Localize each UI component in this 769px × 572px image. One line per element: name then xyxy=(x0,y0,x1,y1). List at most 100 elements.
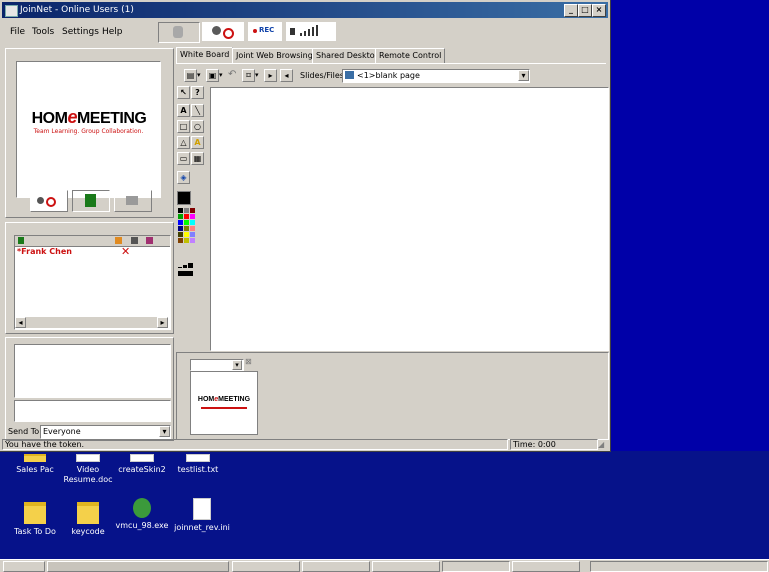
no-video-button[interactable] xyxy=(202,22,244,41)
menu-file[interactable]: File xyxy=(10,27,25,37)
maximize-button[interactable]: □ xyxy=(578,4,592,17)
audio-icon xyxy=(146,237,153,244)
color-swatch[interactable] xyxy=(178,232,183,237)
document-icon xyxy=(130,454,154,462)
slides-files-select[interactable]: <1>blank page ▾ xyxy=(342,69,530,83)
ellipse-tool-icon[interactable]: ○ xyxy=(191,120,204,133)
line-width-icon[interactable] xyxy=(178,263,196,277)
color-swatch[interactable] xyxy=(184,232,189,237)
speaker-toggle-button[interactable] xyxy=(158,22,200,43)
color-swatch[interactable] xyxy=(178,226,183,231)
slide-icon xyxy=(345,71,354,79)
fill-tool-icon[interactable]: ▦ xyxy=(191,152,204,165)
current-color-swatch[interactable] xyxy=(177,191,191,205)
color-swatch[interactable] xyxy=(190,214,195,219)
prev-page-icon[interactable]: ◂ xyxy=(280,69,293,82)
rectangle-tool-icon[interactable]: □ xyxy=(177,120,190,133)
color-swatch[interactable] xyxy=(184,226,189,231)
desktop-icon-label: createSkin2 xyxy=(118,465,166,474)
chevron-down-icon[interactable]: ▾ xyxy=(255,71,259,79)
users-list: *Frank Chen ✕ ◂ ▸ xyxy=(14,235,171,330)
users-horizontal-scrollbar[interactable]: ◂ ▸ xyxy=(15,316,168,328)
no-video-mode-button[interactable] xyxy=(30,190,68,212)
frame-tool-icon[interactable]: ▭ xyxy=(177,152,190,165)
whiteboard-canvas[interactable] xyxy=(210,87,609,351)
color-swatch[interactable] xyxy=(190,208,195,213)
users-mode-button[interactable] xyxy=(72,190,110,212)
taskbar-item[interactable] xyxy=(232,561,300,572)
chevron-down-icon[interactable]: ▾ xyxy=(518,70,529,81)
color-swatch[interactable] xyxy=(190,232,195,237)
tab-joint-web-browsing[interactable]: Joint Web Browsing xyxy=(232,48,317,64)
status-message: You have the token. xyxy=(2,439,508,450)
color-swatch[interactable] xyxy=(184,220,189,225)
highlight-text-icon[interactable]: A xyxy=(191,136,204,149)
pointer-icon[interactable]: ? xyxy=(191,86,204,99)
thumbnail-select[interactable]: ▾ xyxy=(190,359,244,371)
color-swatch[interactable] xyxy=(178,208,183,213)
close-button[interactable]: × xyxy=(592,4,606,17)
eraser-icon[interactable]: ◈ xyxy=(177,171,190,184)
taskbar-item[interactable] xyxy=(512,561,580,572)
next-page-icon[interactable]: ▸ xyxy=(264,69,277,82)
taskbar-item[interactable] xyxy=(372,561,440,572)
volume-control[interactable] xyxy=(286,22,336,41)
new-page-icon[interactable]: ▤ xyxy=(184,69,197,82)
thumbnail-tagline-mark xyxy=(201,407,247,409)
color-swatch[interactable] xyxy=(190,220,195,225)
color-swatch[interactable] xyxy=(184,208,189,213)
chevron-down-icon[interactable]: ▾ xyxy=(232,360,242,370)
select-arrow-icon[interactable]: ↖ xyxy=(177,86,190,99)
color-swatch[interactable] xyxy=(184,238,189,243)
taskbar-item-active[interactable] xyxy=(442,561,510,572)
scroll-left-icon[interactable]: ◂ xyxy=(15,317,26,328)
gray-mode-button[interactable] xyxy=(114,190,152,212)
chevron-down-icon[interactable]: ▾ xyxy=(159,426,170,437)
color-swatch[interactable] xyxy=(178,214,183,219)
desktop-icon-video-resume[interactable]: Video Resume.doc xyxy=(58,454,118,485)
system-tray xyxy=(590,561,768,572)
color-swatch[interactable] xyxy=(178,220,183,225)
thumbnail-logo: HOMeMEETING xyxy=(197,396,251,403)
record-button[interactable]: REC xyxy=(248,22,282,41)
tab-white-board[interactable]: White Board xyxy=(176,47,234,64)
desktop-icon-label: joinnet_rev.ini xyxy=(174,523,230,532)
color-swatch[interactable] xyxy=(178,238,183,243)
undo-icon[interactable]: ↶ xyxy=(228,69,236,80)
fit-page-icon[interactable]: ⌑ xyxy=(242,69,255,82)
tab-remote-control[interactable]: Remote Control xyxy=(375,48,446,64)
image-icon[interactable]: ▣ xyxy=(206,69,219,82)
send-to-select[interactable]: Everyone ▾ xyxy=(40,425,171,439)
chevron-down-icon[interactable]: ▾ xyxy=(197,71,201,79)
desktop-icon-task-to-do[interactable]: Task To Do xyxy=(5,502,65,537)
desktop-icon-keycode[interactable]: keycode xyxy=(58,502,118,537)
person-icon xyxy=(173,26,183,38)
user-row-frank-chen[interactable]: *Frank Chen ✕ xyxy=(17,245,167,258)
menu-tools[interactable]: Tools xyxy=(32,27,54,37)
camera-icon xyxy=(37,197,44,204)
color-swatch[interactable] xyxy=(190,226,195,231)
desktop-icon-joinnet-rev[interactable]: joinnet_rev.ini xyxy=(172,498,232,533)
tab-shared-desktop[interactable]: Shared Desktop xyxy=(312,48,384,64)
minimize-button[interactable]: _ xyxy=(564,4,578,17)
resize-grip-icon[interactable]: ◢ xyxy=(598,440,604,449)
desktop-icon-testlist[interactable]: testlist.txt xyxy=(168,454,228,475)
polygon-tool-icon[interactable]: △ xyxy=(177,136,190,149)
menu-settings[interactable]: Settings xyxy=(62,27,99,37)
text-tool-icon[interactable]: A xyxy=(177,104,190,117)
chevron-down-icon[interactable]: ▾ xyxy=(219,71,223,79)
taskbar-item[interactable] xyxy=(302,561,370,572)
start-button[interactable] xyxy=(3,561,45,572)
desktop-icon-vmcu[interactable]: vmcu_98.exe xyxy=(112,498,172,531)
desktop-icon-sales-pac[interactable]: Sales Pac xyxy=(5,454,65,475)
chat-input[interactable] xyxy=(14,400,171,422)
color-swatch[interactable] xyxy=(184,214,189,219)
menu-help[interactable]: Help xyxy=(102,27,123,37)
close-thumbnail-icon[interactable]: ⊠ xyxy=(245,357,252,366)
line-tool-icon[interactable]: ╲ xyxy=(191,104,204,117)
desktop-icon-createskin2[interactable]: createSkin2 xyxy=(112,454,172,475)
quick-launch xyxy=(47,561,229,572)
color-swatch[interactable] xyxy=(190,238,195,243)
slide-thumbnail[interactable]: HOMeMEETING xyxy=(190,371,258,435)
scroll-right-icon[interactable]: ▸ xyxy=(157,317,168,328)
